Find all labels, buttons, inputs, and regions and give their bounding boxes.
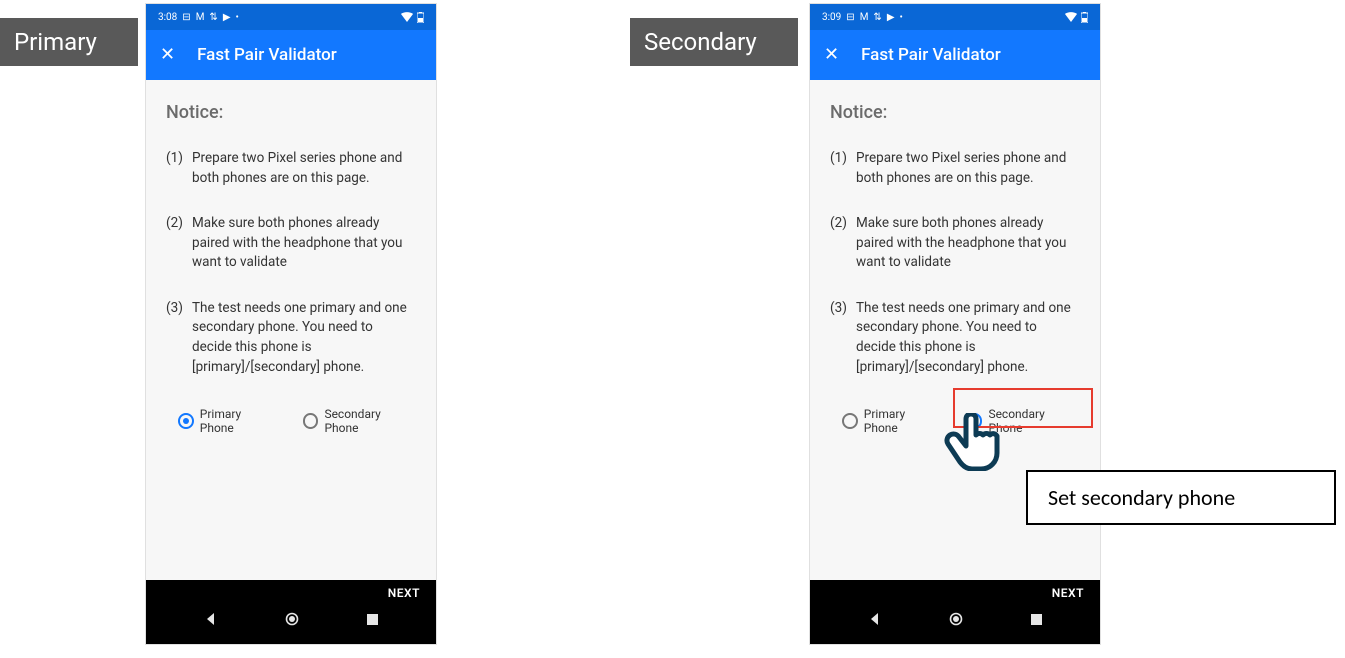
wifi-icon [401, 12, 413, 22]
step-2: (2) Make sure both phones already paired… [830, 214, 1080, 273]
battery-icon [417, 12, 424, 23]
bottombar: NEXT [810, 580, 1100, 644]
nav-back-icon[interactable] [204, 611, 218, 630]
clock: 3:09 [822, 12, 841, 23]
radio-label: Secondary Phone [988, 407, 1080, 435]
radio-icon [178, 413, 194, 429]
youtube-icon: ▶ [223, 12, 231, 23]
radio-label: Secondary Phone [324, 407, 416, 435]
phone-secondary: 3:09 ⊟ M ⇅ ▶ • ✕ Fast Pair Validator Not… [810, 4, 1100, 644]
step-text: Prepare two Pixel series phone and both … [192, 149, 416, 188]
close-icon[interactable]: ✕ [824, 46, 839, 64]
hand-cursor-icon [944, 413, 1000, 475]
close-icon[interactable]: ✕ [160, 46, 175, 64]
nav-recent-icon[interactable] [366, 611, 379, 630]
statusbar: 3:08 ⊟ M ⇅ ▶ • [146, 4, 436, 30]
step-num: (1) [830, 149, 856, 188]
youtube-icon: ▶ [887, 12, 895, 23]
radio-icon [842, 413, 858, 429]
more-icon: • [236, 12, 239, 23]
step-text: The test needs one primary and one secon… [856, 299, 1080, 377]
data-icon: ⇅ [873, 12, 881, 23]
appbar: ✕ Fast Pair Validator [146, 30, 436, 80]
nav-recent-icon[interactable] [1030, 611, 1043, 630]
radio-primary-phone[interactable]: Primary Phone [842, 407, 941, 435]
phone-primary: 3:08 ⊟ M ⇅ ▶ • ✕ Fast Pair Validator Not… [146, 4, 436, 644]
appbar: ✕ Fast Pair Validator [810, 30, 1100, 80]
radio-primary-phone[interactable]: Primary Phone [178, 407, 277, 435]
nav-home-icon[interactable] [949, 611, 963, 630]
content: Notice: (1) Prepare two Pixel series pho… [810, 80, 1100, 435]
step-text: Make sure both phones already paired wit… [856, 214, 1080, 273]
radio-group: Primary Phone Secondary Phone [166, 407, 416, 435]
app-title: Fast Pair Validator [861, 45, 1001, 65]
screenshot-icon: ⊟ [846, 12, 854, 23]
more-icon: • [900, 12, 903, 23]
step-num: (1) [166, 149, 192, 188]
next-button[interactable]: NEXT [388, 586, 420, 600]
app-title: Fast Pair Validator [197, 45, 337, 65]
tag-secondary: Secondary [630, 18, 798, 66]
data-icon: ⇅ [209, 12, 217, 23]
step-num: (3) [830, 299, 856, 377]
nav-row [810, 600, 1100, 644]
battery-icon [1081, 12, 1088, 23]
notice-heading: Notice: [166, 102, 416, 123]
step-3: (3) The test needs one primary and one s… [830, 299, 1080, 377]
nav-row [146, 600, 436, 644]
step-text: Make sure both phones already paired wit… [192, 214, 416, 273]
step-2: (2) Make sure both phones already paired… [166, 214, 416, 273]
step-text: Prepare two Pixel series phone and both … [856, 149, 1080, 188]
step-num: (3) [166, 299, 192, 377]
nav-home-icon[interactable] [285, 611, 299, 630]
step-text: The test needs one primary and one secon… [192, 299, 416, 377]
gmail-icon: M [860, 12, 869, 23]
notice-heading: Notice: [830, 102, 1080, 123]
radio-secondary-phone[interactable]: Secondary Phone [303, 407, 416, 435]
radio-label: Primary Phone [200, 407, 277, 435]
screenshot-icon: ⊟ [182, 12, 190, 23]
radio-icon [303, 413, 319, 429]
radio-label: Primary Phone [864, 407, 941, 435]
content: Notice: (1) Prepare two Pixel series pho… [146, 80, 436, 435]
step-1: (1) Prepare two Pixel series phone and b… [830, 149, 1080, 188]
statusbar: 3:09 ⊟ M ⇅ ▶ • [810, 4, 1100, 30]
gmail-icon: M [196, 12, 205, 23]
clock: 3:08 [158, 12, 177, 23]
callout-secondary: Set secondary phone [1026, 470, 1336, 525]
bottombar: NEXT [146, 580, 436, 644]
next-button[interactable]: NEXT [1052, 586, 1084, 600]
step-num: (2) [166, 214, 192, 273]
wifi-icon [1065, 12, 1077, 22]
tag-primary: Primary [0, 18, 138, 66]
step-1: (1) Prepare two Pixel series phone and b… [166, 149, 416, 188]
step-num: (2) [830, 214, 856, 273]
step-3: (3) The test needs one primary and one s… [166, 299, 416, 377]
nav-back-icon[interactable] [868, 611, 882, 630]
